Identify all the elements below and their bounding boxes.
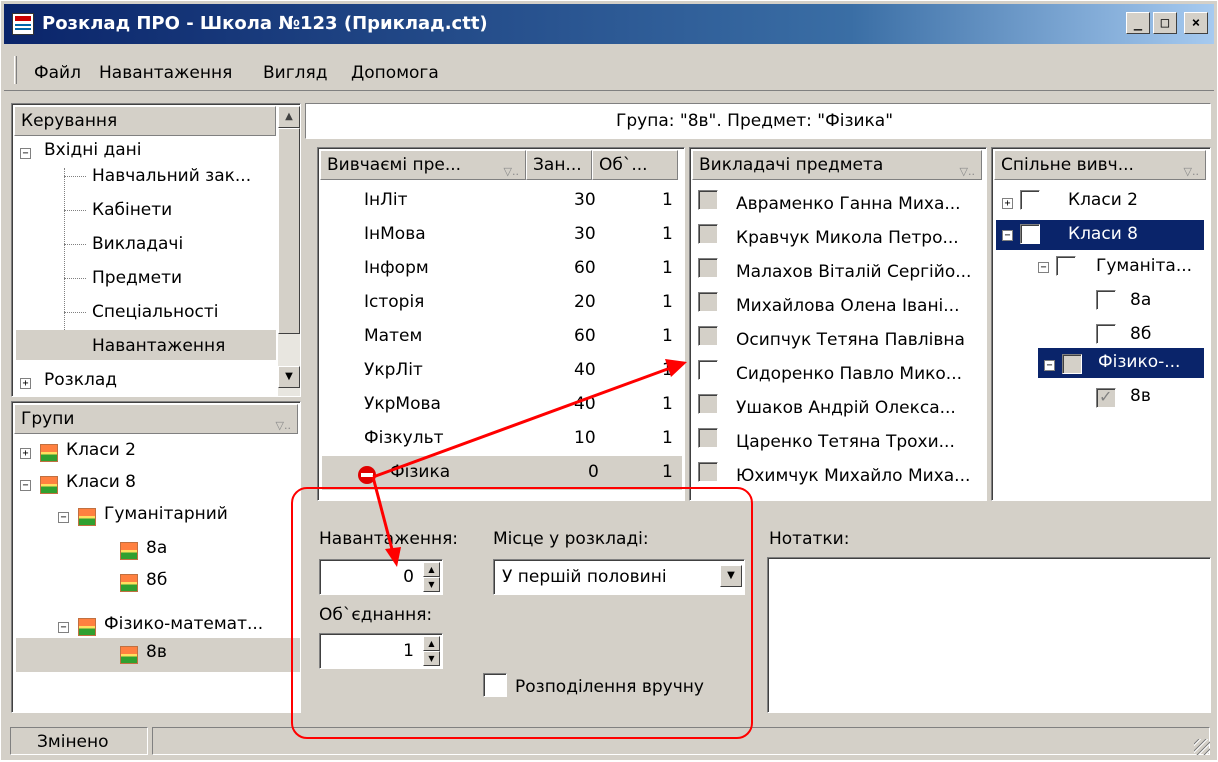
main-window: Розклад ПРО - Школа №123 (Приклад.ctt) _… [0, 0, 1218, 761]
arrow-to-teacher [372, 365, 674, 479]
annotation-arrows [371, 359, 687, 567]
arrow-to-load [371, 476, 395, 554]
arrow-head-load [385, 547, 401, 567]
arrow-head-teacher [665, 359, 687, 377]
